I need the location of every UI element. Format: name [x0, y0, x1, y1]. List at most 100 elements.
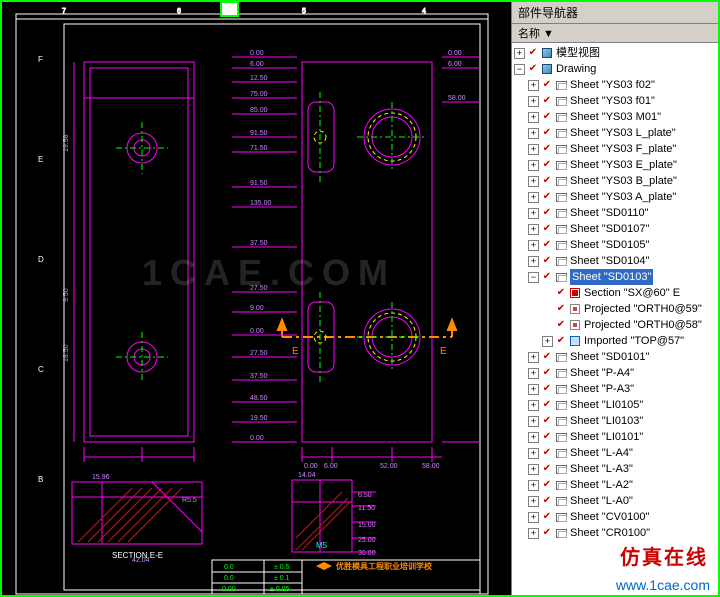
tree-item[interactable]: +✔Sheet "YS03 M01"	[512, 109, 718, 125]
check-icon[interactable]: ✔	[555, 335, 567, 347]
check-icon[interactable]: ✔	[555, 319, 567, 331]
tree-label: Sheet "YS03 F_plate"	[570, 141, 676, 157]
check-icon[interactable]: ✔	[541, 159, 553, 171]
check-icon[interactable]: ✔	[541, 527, 553, 539]
check-icon[interactable]: ✔	[541, 415, 553, 427]
tree-item[interactable]: +✔Sheet "LI0105"	[512, 397, 718, 413]
check-icon[interactable]: ✔	[541, 463, 553, 475]
check-icon[interactable]: ✔	[541, 367, 553, 379]
tree-item[interactable]: +✔Sheet "SD0110"	[512, 205, 718, 221]
expand-toggle[interactable]: +	[528, 176, 539, 187]
expand-toggle[interactable]: −	[514, 64, 525, 75]
check-icon[interactable]: ✔	[541, 447, 553, 459]
expand-toggle[interactable]: +	[528, 240, 539, 251]
check-icon[interactable]: ✔	[541, 207, 553, 219]
tree-item[interactable]: +✔Sheet "CV0100"	[512, 509, 718, 525]
svg-text:0.00: 0.00	[448, 50, 462, 57]
expand-toggle[interactable]: +	[528, 480, 539, 491]
expand-toggle[interactable]: +	[528, 80, 539, 91]
tree-item[interactable]: +✔Imported "TOP@57"	[512, 333, 718, 349]
tree-item[interactable]: +✔Sheet "YS03 L_plate"	[512, 125, 718, 141]
tree-item[interactable]: +✔Sheet "YS03 E_plate"	[512, 157, 718, 173]
expand-toggle[interactable]: +	[528, 96, 539, 107]
navigator-column-header[interactable]: 名称 ▼	[512, 24, 718, 43]
check-icon[interactable]: ✔	[541, 127, 553, 139]
check-icon[interactable]: ✔	[541, 383, 553, 395]
check-icon[interactable]: ✔	[555, 303, 567, 315]
expand-toggle[interactable]: +	[528, 352, 539, 363]
expand-toggle[interactable]: +	[528, 432, 539, 443]
tree-item[interactable]: +✔Sheet "SD0101"	[512, 349, 718, 365]
tree-item[interactable]: +✔Sheet "P-A4"	[512, 365, 718, 381]
expand-toggle[interactable]: +	[528, 224, 539, 235]
cad-viewport[interactable]: 1CAE.COM 7 6 5 4 F E D C B	[2, 2, 512, 595]
tree-item[interactable]: +✔ Sheet "YS03 F_plate"	[512, 141, 718, 157]
svg-text:± 0.1: ± 0.1	[274, 575, 290, 582]
expand-toggle[interactable]: +	[528, 208, 539, 219]
check-icon[interactable]: ✔	[541, 431, 553, 443]
expand-toggle[interactable]: +	[528, 144, 539, 155]
tree-item[interactable]: −✔Sheet "SD0103"	[512, 269, 718, 285]
tree-item[interactable]: ✔Projected "ORTH0@58"	[512, 317, 718, 333]
tree-item[interactable]: +✔Sheet "L-A3"	[512, 461, 718, 477]
tree-item[interactable]: +✔ Sheet "YS03 A_plate"	[512, 189, 718, 205]
navigator-tree[interactable]: +✔模型视图−✔Drawing+✔Sheet "YS03 f02"+✔Sheet…	[512, 43, 718, 595]
check-icon[interactable]: ✔	[541, 191, 553, 203]
expand-toggle[interactable]: +	[528, 368, 539, 379]
check-icon[interactable]: ✔	[541, 95, 553, 107]
check-icon[interactable]: ✔	[541, 111, 553, 123]
check-icon[interactable]: ✔	[541, 511, 553, 523]
tree-item[interactable]: +✔Sheet "YS03 f01"	[512, 93, 718, 109]
tree-label: Sheet "YS03 A_plate"	[570, 189, 676, 205]
check-icon[interactable]: ✔	[541, 479, 553, 491]
expand-toggle[interactable]: +	[528, 496, 539, 507]
expand-toggle[interactable]: +	[528, 192, 539, 203]
check-icon[interactable]: ✔	[541, 399, 553, 411]
tree-item[interactable]: +✔Sheet "SD0105"	[512, 237, 718, 253]
check-icon[interactable]: ✔	[541, 239, 553, 251]
check-icon[interactable]: ✔	[527, 47, 539, 59]
check-icon[interactable]: ✔	[541, 351, 553, 363]
check-icon[interactable]: ✔	[541, 255, 553, 267]
expand-toggle[interactable]: +	[528, 384, 539, 395]
tree-item[interactable]: −✔Drawing	[512, 61, 718, 77]
tree-item[interactable]: +✔Sheet "YS03 B_plate"	[512, 173, 718, 189]
expand-toggle[interactable]: +	[542, 336, 553, 347]
check-icon[interactable]: ✔	[555, 287, 567, 299]
tree-item[interactable]: +✔Sheet "SD0104"	[512, 253, 718, 269]
expand-toggle[interactable]: +	[514, 48, 525, 59]
tree-item[interactable]: +✔Sheet "L-A2"	[512, 477, 718, 493]
svg-text:± 0.05: ± 0.05	[270, 586, 290, 593]
check-icon[interactable]: ✔	[541, 143, 553, 155]
expand-toggle[interactable]: +	[528, 528, 539, 539]
check-icon[interactable]: ✔	[541, 79, 553, 91]
tree-item[interactable]: ✔Section "SX@60" E	[512, 285, 718, 301]
tree-item[interactable]: +✔模型视图	[512, 45, 718, 61]
tree-item[interactable]: +✔Sheet "SD0107"	[512, 221, 718, 237]
check-icon[interactable]: ✔	[541, 271, 553, 283]
expand-toggle[interactable]: +	[528, 464, 539, 475]
expand-toggle[interactable]: −	[528, 272, 539, 283]
check-icon[interactable]: ✔	[527, 63, 539, 75]
expand-toggle[interactable]: +	[528, 512, 539, 523]
check-icon[interactable]: ✔	[541, 175, 553, 187]
tree-item[interactable]: +✔Sheet "L-A4"	[512, 445, 718, 461]
expand-toggle[interactable]: +	[528, 256, 539, 267]
expand-toggle[interactable]: +	[528, 448, 539, 459]
tree-item[interactable]: +✔Sheet "L-A0"	[512, 493, 718, 509]
tree-item[interactable]: +✔Sheet "YS03 f02"	[512, 77, 718, 93]
expand-toggle[interactable]: +	[528, 128, 539, 139]
tree-item[interactable]: +✔Sheet "CR0100"	[512, 525, 718, 541]
tree-item[interactable]: +✔Sheet "LI0103"	[512, 413, 718, 429]
tree-icon	[554, 159, 568, 171]
check-icon[interactable]: ✔	[541, 223, 553, 235]
expand-toggle[interactable]: +	[528, 416, 539, 427]
check-icon[interactable]: ✔	[541, 495, 553, 507]
expand-toggle[interactable]: +	[528, 112, 539, 123]
tree-item[interactable]: ✔Projected "ORTH0@59"	[512, 301, 718, 317]
tree-item[interactable]: +✔Sheet "P-A3"	[512, 381, 718, 397]
expand-toggle[interactable]: +	[528, 160, 539, 171]
tree-item[interactable]: +✔Sheet "LI0101"	[512, 429, 718, 445]
tree-icon	[554, 143, 568, 155]
expand-toggle[interactable]: +	[528, 400, 539, 411]
